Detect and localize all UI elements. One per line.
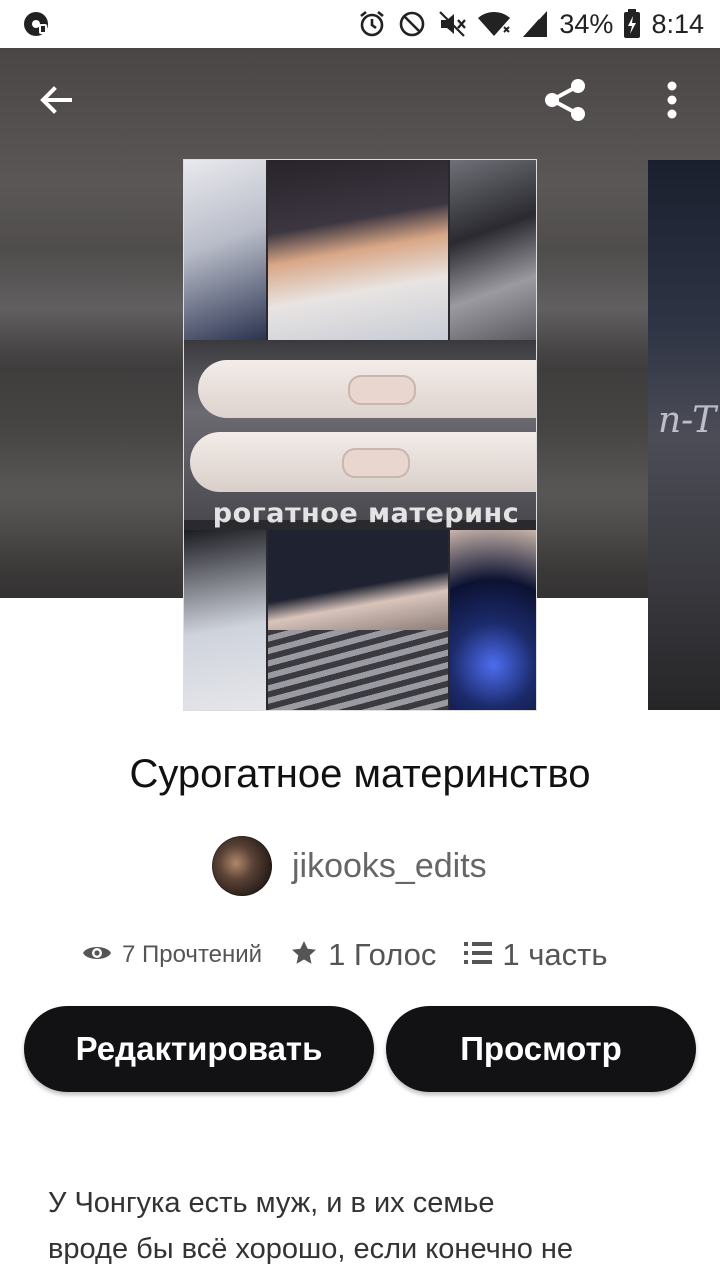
do-not-disturb-icon <box>397 9 427 39</box>
cover-photo <box>268 160 448 340</box>
eye-icon <box>82 942 112 969</box>
more-vert-icon <box>666 80 678 125</box>
avatar <box>212 836 272 896</box>
status-bar: 34% 8:14 <box>0 0 720 48</box>
story-cover[interactable]: рогатное материнс <box>184 160 536 710</box>
cover-overlay-text: рогатное материнс <box>212 498 520 529</box>
battery-percent: 34% <box>559 8 614 39</box>
story-stats: 7 Прочтений 1 Голос 1 часть <box>82 930 608 980</box>
author-link[interactable]: jikooks_edits <box>212 836 487 896</box>
reads-count: 7 Прочтений <box>122 941 263 968</box>
cover-photo-detail <box>268 530 448 630</box>
cover-photo <box>268 530 448 710</box>
arrow-back-icon <box>36 80 76 125</box>
wifi-icon <box>477 9 511 39</box>
battery-charging-icon <box>623 9 641 39</box>
share-button[interactable] <box>542 78 590 126</box>
star-icon <box>290 939 318 972</box>
back-button[interactable] <box>32 78 80 126</box>
cover-photo <box>450 530 536 710</box>
story-title: Сурогатное материнство <box>129 752 591 796</box>
mute-icon <box>437 9 467 39</box>
side-cover-text: n-T <box>658 400 717 441</box>
cover-pregnancy-test <box>190 432 536 492</box>
alarm-icon <box>357 9 387 39</box>
edit-button[interactable]: Редактировать <box>24 1006 374 1092</box>
more-options-button[interactable] <box>648 78 696 126</box>
votes-count: 1 Голос <box>328 937 437 972</box>
reads-stat: 7 Прочтений <box>82 941 262 969</box>
cover-photo <box>184 160 266 340</box>
list-icon <box>464 941 493 970</box>
story-description: У Чонгука есть муж, и в их семье вроде б… <box>48 1180 688 1272</box>
share-icon <box>542 76 590 129</box>
cover-pregnancy-test <box>198 360 536 418</box>
test-window <box>342 448 410 478</box>
parts-stat: 1 часть <box>464 937 608 973</box>
description-line: вроде бы всё хорошо, если конечно не <box>48 1233 574 1265</box>
description-line: У Чонгука есть муж, и в их семье <box>48 1187 495 1219</box>
author-name: jikooks_edits <box>292 846 487 885</box>
test-window <box>348 375 416 405</box>
votes-stat: 1 Голос <box>290 937 436 973</box>
cover-photo <box>450 160 536 340</box>
next-story-cover[interactable]: n-T <box>648 160 720 710</box>
preview-button[interactable]: Просмотр <box>386 1006 696 1092</box>
parts-count: 1 часть <box>502 937 608 972</box>
signal-icon <box>521 9 549 39</box>
cover-photo <box>184 530 266 710</box>
music-app-icon <box>22 10 50 38</box>
clock: 8:14 <box>651 8 704 39</box>
